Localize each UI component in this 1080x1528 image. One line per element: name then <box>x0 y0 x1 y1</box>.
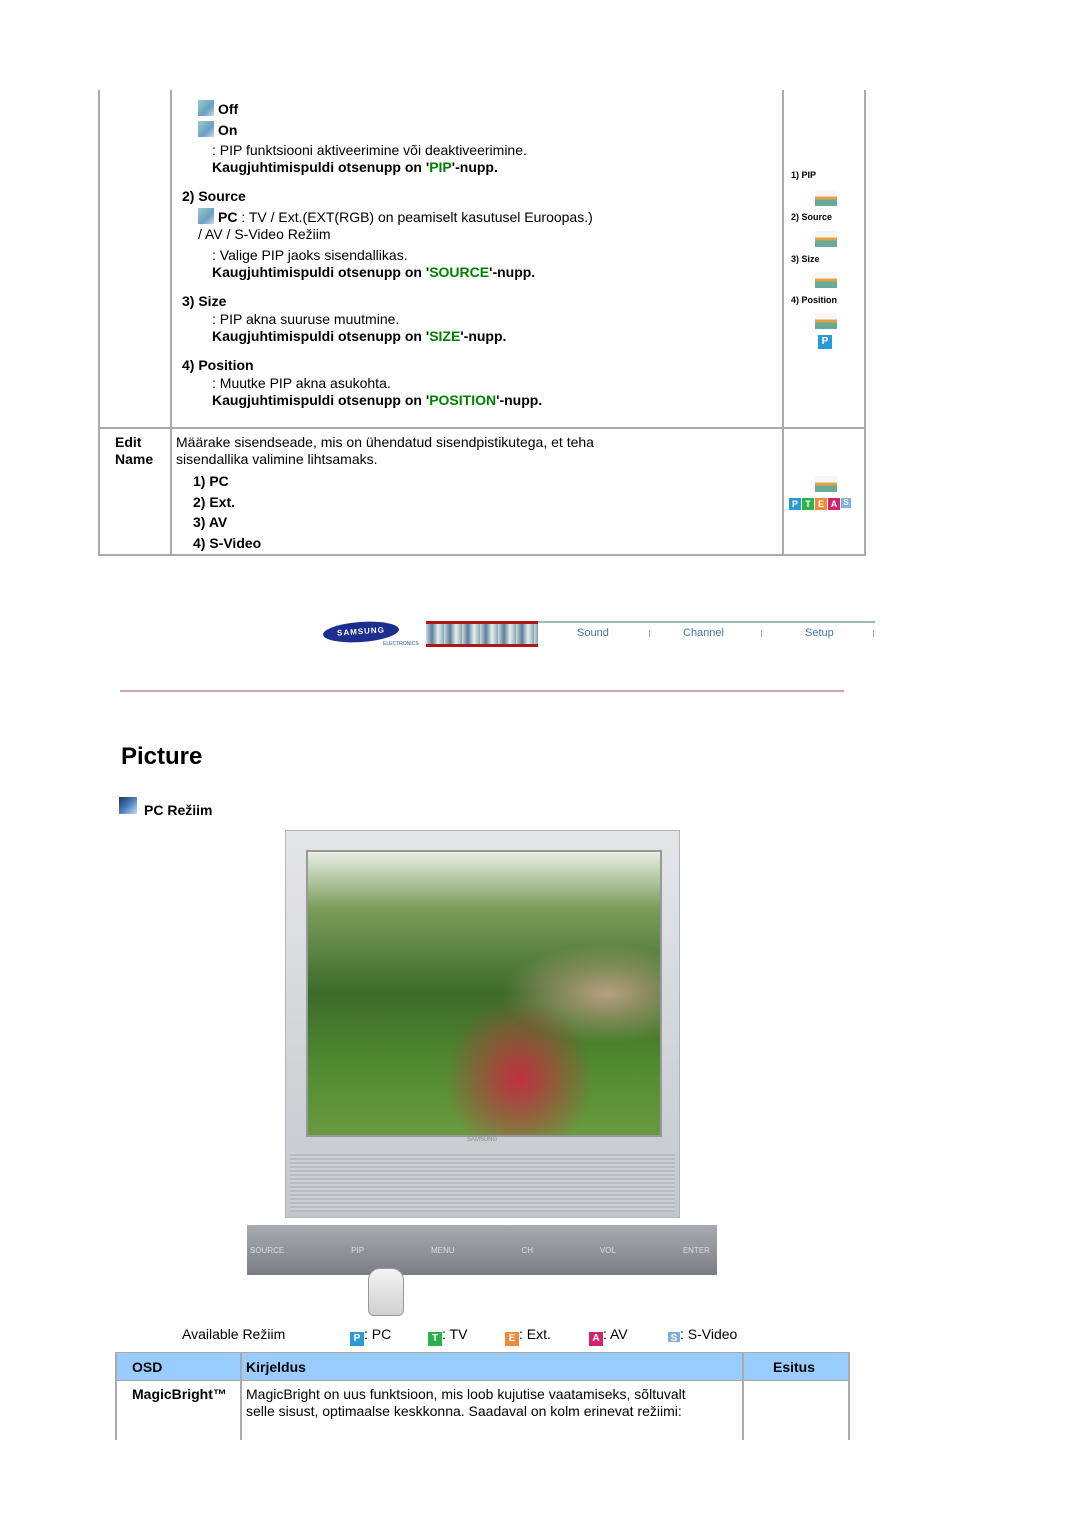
table-border <box>742 1352 744 1440</box>
table-border <box>98 427 866 429</box>
av-mode-icon: A <box>589 1332 603 1346</box>
pip-remote: Kaugjuhtimispuldi otsenupp on 'PIP'-nupp… <box>212 159 498 175</box>
section-title: PC Režiim <box>144 802 213 818</box>
off-icon <box>198 100 214 116</box>
edit-name-content: Määrake sisendseade, mis on ühendatud si… <box>176 434 594 551</box>
on-label: On <box>218 122 238 138</box>
position-desc: : Muutke PIP akna asukohta. <box>212 375 391 391</box>
nav-line <box>538 621 875 623</box>
osd-magicbright: MagicBright™ <box>132 1386 227 1402</box>
nav-setup[interactable]: Setup <box>805 627 834 639</box>
monitor-speaker <box>290 1152 675 1212</box>
edit-name-label: Edit Name <box>115 434 154 467</box>
size-desc: : PIP akna suuruse muutmine. <box>212 311 400 327</box>
nav-separator <box>873 630 874 637</box>
pip-content: Off On : PIP funktsiooni aktiveerimine v… <box>182 100 593 408</box>
table-border <box>848 1352 850 1440</box>
header-esitus: Esitus <box>773 1359 816 1375</box>
table-border <box>115 1352 117 1440</box>
table-border <box>170 90 172 556</box>
position-title: 4) Position <box>182 357 254 373</box>
table-border <box>864 90 866 556</box>
svideo-mode-icon: S <box>668 1332 680 1344</box>
pc-mode-icon: P <box>350 1332 364 1346</box>
monitor-screen-photo <box>306 850 662 1137</box>
header-osd: OSD <box>132 1359 163 1375</box>
header-kirjeldus: Kirjeldus <box>246 1359 306 1375</box>
table-border <box>782 90 784 556</box>
table-border <box>98 554 866 556</box>
table-border <box>98 90 100 556</box>
osd-table-header <box>115 1352 850 1381</box>
nav-separator <box>761 630 762 637</box>
mode-icons: PTEAS <box>789 498 851 510</box>
nav-banner-image <box>426 621 538 647</box>
pip-desc: : PIP funktsiooni aktiveerimine või deak… <box>212 142 527 158</box>
section-icon <box>119 797 137 814</box>
pc-mode-icon: P <box>818 335 832 349</box>
side-label-pip: 1) PIP <box>791 170 817 180</box>
side-label-position: 4) Position <box>791 295 838 305</box>
side-label-source: 2) Source <box>791 212 833 222</box>
nav-sound[interactable]: Sound <box>577 627 609 639</box>
side-label-size: 3) Size <box>791 254 820 264</box>
pip-screen-icon <box>815 272 837 288</box>
available-label: Available Režiim <box>182 1326 286 1342</box>
divider <box>120 690 844 692</box>
nav-channel[interactable]: Channel <box>683 627 724 639</box>
available-modes: P: PC T: TV E: Ext. A: AV S: S-Video <box>350 1326 737 1346</box>
hand-icon <box>368 1268 404 1316</box>
source-title: 2) Source <box>182 188 246 204</box>
pip-screen-icon <box>815 190 837 206</box>
page-title: Picture <box>121 743 203 770</box>
size-title: 3) Size <box>182 293 227 309</box>
pip-screen-icon <box>815 313 837 329</box>
nav-separator <box>649 630 650 637</box>
source-desc: : Valige PIP jaoks sisendallikas. <box>212 247 408 263</box>
monitor-buttons: SOURCE PIP MENU CH VOL ENTER <box>250 1246 710 1255</box>
off-label: Off <box>218 101 239 117</box>
pc-icon <box>198 208 214 224</box>
on-icon <box>198 121 214 137</box>
pip-screen-icon <box>815 476 837 492</box>
source-remote: Kaugjuhtimispuldi otsenupp on 'SOURCE'-n… <box>212 264 536 280</box>
table-border <box>240 1352 242 1440</box>
source-line2: / AV / S-Video Režiim <box>198 226 331 242</box>
position-remote: Kaugjuhtimispuldi otsenupp on 'POSITION'… <box>212 392 543 408</box>
tv-mode-icon: T <box>428 1332 442 1346</box>
monitor-brand: SAMSUNG <box>466 1137 498 1143</box>
magicbright-desc: MagicBright on uus funktsioon, mis loob … <box>246 1386 686 1419</box>
ext-mode-icon: E <box>505 1332 519 1346</box>
size-remote: Kaugjuhtimispuldi otsenupp on 'SIZE'-nup… <box>212 328 507 344</box>
logo-sub: ELECTRONICS <box>383 641 419 647</box>
pip-screen-icon <box>815 231 837 247</box>
